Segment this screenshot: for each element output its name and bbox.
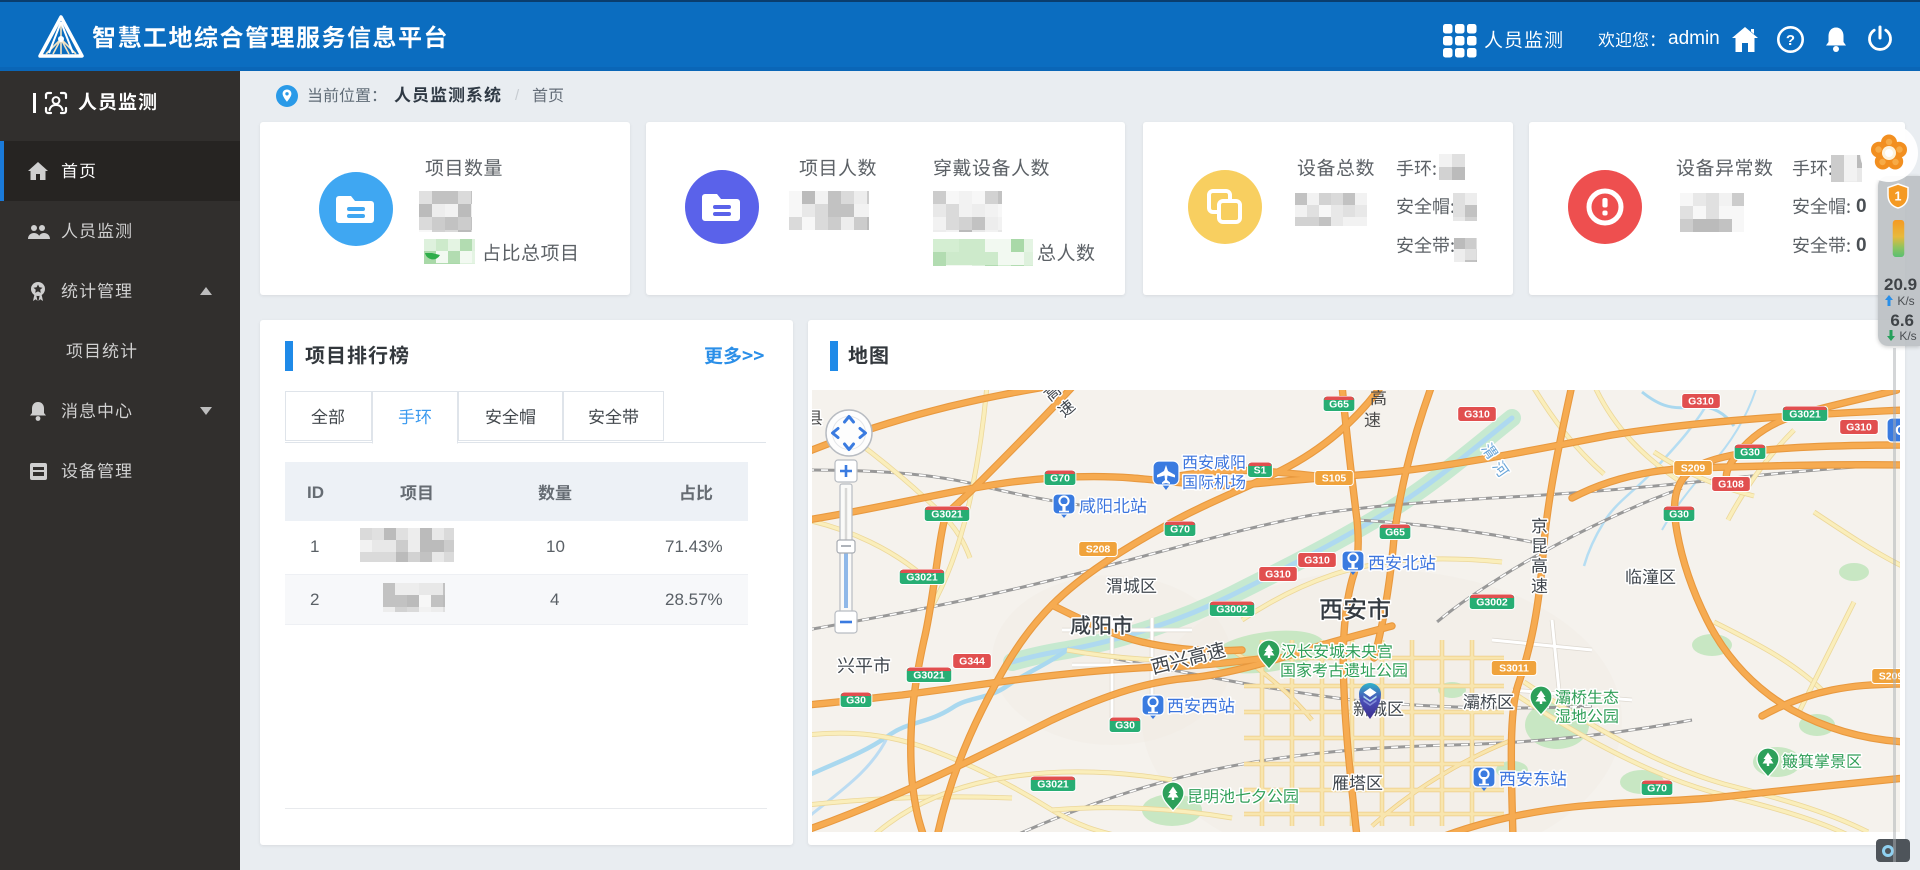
svg-text:G310: G310 — [1304, 555, 1330, 567]
svg-text:S209: S209 — [1879, 671, 1900, 683]
svg-text:G30: G30 — [846, 695, 866, 707]
svg-text:G310: G310 — [1464, 409, 1490, 421]
svg-text:G310: G310 — [1846, 422, 1872, 434]
svg-text:S208: S208 — [1086, 544, 1111, 556]
svg-text:G3002: G3002 — [1216, 604, 1248, 616]
svg-text:G3021: G3021 — [913, 670, 945, 682]
svg-text:G3021: G3021 — [1037, 779, 1069, 791]
svg-text:G30: G30 — [1669, 509, 1689, 521]
svg-text:G344: G344 — [959, 656, 985, 668]
svg-text:G3021: G3021 — [906, 572, 938, 584]
svg-text:G70: G70 — [1647, 783, 1667, 795]
svg-text:1: 1 — [1895, 190, 1902, 204]
svg-text:G3021: G3021 — [931, 509, 963, 521]
svg-text:S105: S105 — [1322, 473, 1347, 485]
svg-text:G30: G30 — [1115, 720, 1135, 732]
svg-text:G70: G70 — [1050, 473, 1070, 485]
svg-text:G310: G310 — [1265, 569, 1291, 581]
svg-text:G70: G70 — [1170, 524, 1190, 536]
svg-text:G65: G65 — [1329, 399, 1349, 411]
svg-text:S3011: S3011 — [1499, 663, 1529, 675]
svg-text:?: ? — [1786, 32, 1795, 49]
svg-text:G30: G30 — [1740, 447, 1760, 459]
svg-text:S1: S1 — [1254, 465, 1267, 477]
svg-text:S209: S209 — [1681, 463, 1706, 475]
svg-text:G65: G65 — [1385, 527, 1405, 539]
svg-text:G3002: G3002 — [1476, 597, 1508, 609]
svg-text:G3021: G3021 — [1789, 409, 1821, 421]
svg-text:G108: G108 — [1718, 479, 1744, 491]
svg-text:G310: G310 — [1688, 396, 1714, 408]
